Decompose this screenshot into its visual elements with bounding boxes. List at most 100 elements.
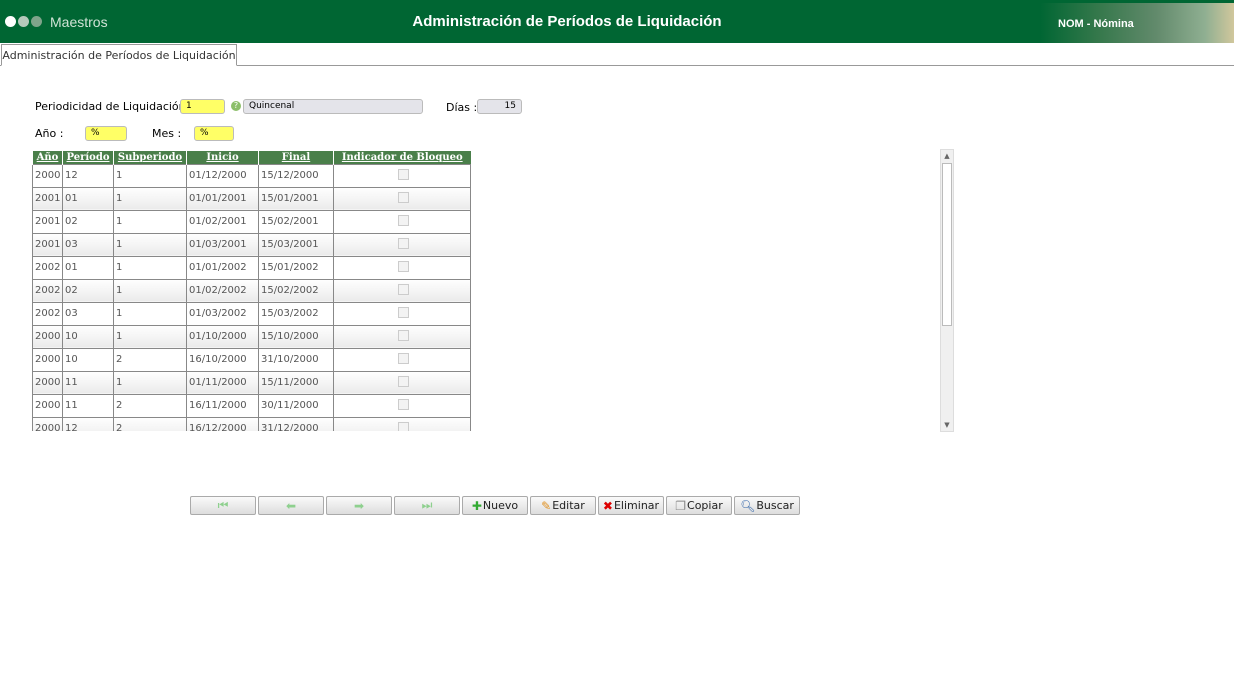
anio-label: Año : <box>35 127 64 140</box>
table-row[interactable]: 2000 10 1 01/10/2000 15/10/2000 <box>32 324 471 349</box>
bloqueo-checkbox[interactable] <box>397 260 409 272</box>
table-row[interactable]: 2000 11 2 16/11/2000 30/11/2000 <box>32 393 471 418</box>
periodicidad-input[interactable]: 1 <box>180 99 225 114</box>
cell-anio: 2000 <box>32 416 63 431</box>
bloqueo-checkbox[interactable] <box>397 352 409 364</box>
scroll-thumb[interactable] <box>942 163 952 326</box>
nuevo-button[interactable]: ✚ Nuevo <box>462 496 528 515</box>
column-header-inicio[interactable]: Inicio <box>186 151 259 164</box>
next-record-button[interactable]: ➡ <box>326 496 392 515</box>
periodicidad-description: Quincenal <box>243 99 423 114</box>
table-row[interactable]: 2001 01 1 01/01/2001 15/01/2001 <box>32 186 471 211</box>
bloqueo-checkbox[interactable] <box>397 283 409 295</box>
table-row[interactable]: 2000 10 2 16/10/2000 31/10/2000 <box>32 347 471 372</box>
first-record-button[interactable]: ⏮ <box>190 496 256 515</box>
table-row[interactable]: 2001 03 1 01/03/2001 15/03/2001 <box>32 232 471 257</box>
eliminar-button[interactable]: ✖ Eliminar <box>598 496 664 515</box>
scroll-up-icon[interactable]: ▲ <box>941 150 953 162</box>
cell-anio: 2000 <box>32 347 63 372</box>
column-header-periodo[interactable]: Período <box>62 151 114 164</box>
bloqueo-checkbox[interactable] <box>397 375 409 387</box>
cell-inicio: 16/11/2000 <box>186 393 259 418</box>
cell-bloqueo <box>333 324 471 349</box>
cell-final: 15/01/2002 <box>258 255 334 280</box>
cell-inicio: 01/10/2000 <box>186 324 259 349</box>
periods-grid: Año Período Subperiodo Inicio Final Indi… <box>32 151 471 431</box>
arrow-right-icon: ➡ <box>353 498 365 513</box>
editar-label: Editar <box>552 499 585 512</box>
table-row[interactable]: 2000 11 1 01/11/2000 15/11/2000 <box>32 370 471 395</box>
table-row[interactable]: 2002 03 1 01/03/2002 15/03/2002 <box>32 301 471 326</box>
cell-subperiodo: 1 <box>113 301 187 326</box>
cell-periodo: 11 <box>62 370 114 395</box>
pencil-icon: ✎ <box>541 498 552 513</box>
bloqueo-checkbox[interactable] <box>397 421 409 431</box>
copiar-button[interactable]: ❐ Copiar <box>666 496 732 515</box>
periodicidad-label: Periodicidad de Liquidación : <box>35 100 193 113</box>
cell-bloqueo <box>333 301 471 326</box>
last-record-button[interactable]: ⏭ <box>394 496 460 515</box>
grid-scrollbar[interactable]: ▲ ▼ <box>940 149 954 432</box>
cell-inicio: 01/03/2002 <box>186 301 259 326</box>
cell-bloqueo <box>333 186 471 211</box>
arrow-left-icon: ⬅ <box>285 498 297 513</box>
anio-input[interactable]: % <box>85 126 127 141</box>
bloqueo-checkbox[interactable] <box>397 214 409 226</box>
cell-inicio: 16/10/2000 <box>186 347 259 372</box>
cell-inicio: 01/01/2002 <box>186 255 259 280</box>
column-header-bloqueo[interactable]: Indicador de Bloqueo <box>333 151 471 164</box>
cell-anio: 2000 <box>32 393 63 418</box>
table-row[interactable]: 2000 12 1 01/12/2000 15/12/2000 <box>32 163 471 188</box>
cell-final: 15/12/2000 <box>258 163 334 188</box>
cell-subperiodo: 1 <box>113 324 187 349</box>
cell-inicio: 01/01/2001 <box>186 186 259 211</box>
bloqueo-checkbox[interactable] <box>397 237 409 249</box>
cell-bloqueo <box>333 209 471 234</box>
cell-bloqueo <box>333 370 471 395</box>
cell-final: 15/11/2000 <box>258 370 334 395</box>
bloqueo-checkbox[interactable] <box>397 191 409 203</box>
cell-bloqueo <box>333 416 471 431</box>
cell-anio: 2001 <box>32 209 63 234</box>
column-header-final[interactable]: Final <box>258 151 334 164</box>
buscar-button[interactable]: 🔍︎ Buscar <box>734 496 800 515</box>
bloqueo-checkbox[interactable] <box>397 329 409 341</box>
eliminar-label: Eliminar <box>613 499 660 512</box>
dias-field: 15 <box>477 99 522 114</box>
bloqueo-checkbox[interactable] <box>397 168 409 180</box>
nuevo-label: Nuevo <box>482 499 519 512</box>
cell-bloqueo <box>333 255 471 280</box>
cell-final: 15/03/2002 <box>258 301 334 326</box>
cell-anio: 2002 <box>32 301 63 326</box>
cell-periodo: 01 <box>62 186 114 211</box>
cell-bloqueo <box>333 347 471 372</box>
mes-input[interactable]: % <box>194 126 234 141</box>
cell-inicio: 01/03/2001 <box>186 232 259 257</box>
cell-periodo: 02 <box>62 278 114 303</box>
cell-periodo: 10 <box>62 347 114 372</box>
cell-subperiodo: 1 <box>113 209 187 234</box>
cell-subperiodo: 1 <box>113 163 187 188</box>
cell-anio: 2001 <box>32 232 63 257</box>
previous-record-button[interactable]: ⬅ <box>258 496 324 515</box>
table-row[interactable]: 2000 12 2 16/12/2000 31/12/2000 <box>32 416 471 431</box>
bloqueo-checkbox[interactable] <box>397 398 409 410</box>
table-row[interactable]: 2002 01 1 01/01/2002 15/01/2002 <box>32 255 471 280</box>
cell-anio: 2000 <box>32 324 63 349</box>
editar-button[interactable]: ✎ Editar <box>530 496 596 515</box>
cell-subperiodo: 1 <box>113 232 187 257</box>
cell-anio: 2001 <box>32 186 63 211</box>
cell-periodo: 02 <box>62 209 114 234</box>
tab-periodos[interactable]: Administración de Períodos de Liquidació… <box>1 44 237 66</box>
column-header-anio[interactable]: Año <box>32 151 63 164</box>
cell-anio: 2002 <box>32 278 63 303</box>
magnifier-icon: 🔍︎ <box>740 498 756 513</box>
table-row[interactable]: 2001 02 1 01/02/2001 15/02/2001 <box>32 209 471 234</box>
table-row[interactable]: 2002 02 1 01/02/2002 15/02/2002 <box>32 278 471 303</box>
cell-periodo: 10 <box>62 324 114 349</box>
cell-anio: 2000 <box>32 163 63 188</box>
scroll-down-icon[interactable]: ▼ <box>941 419 953 431</box>
bloqueo-checkbox[interactable] <box>397 306 409 318</box>
column-header-subperiodo[interactable]: Subperiodo <box>113 151 187 164</box>
lookup-help-icon[interactable]: ? <box>231 101 241 111</box>
